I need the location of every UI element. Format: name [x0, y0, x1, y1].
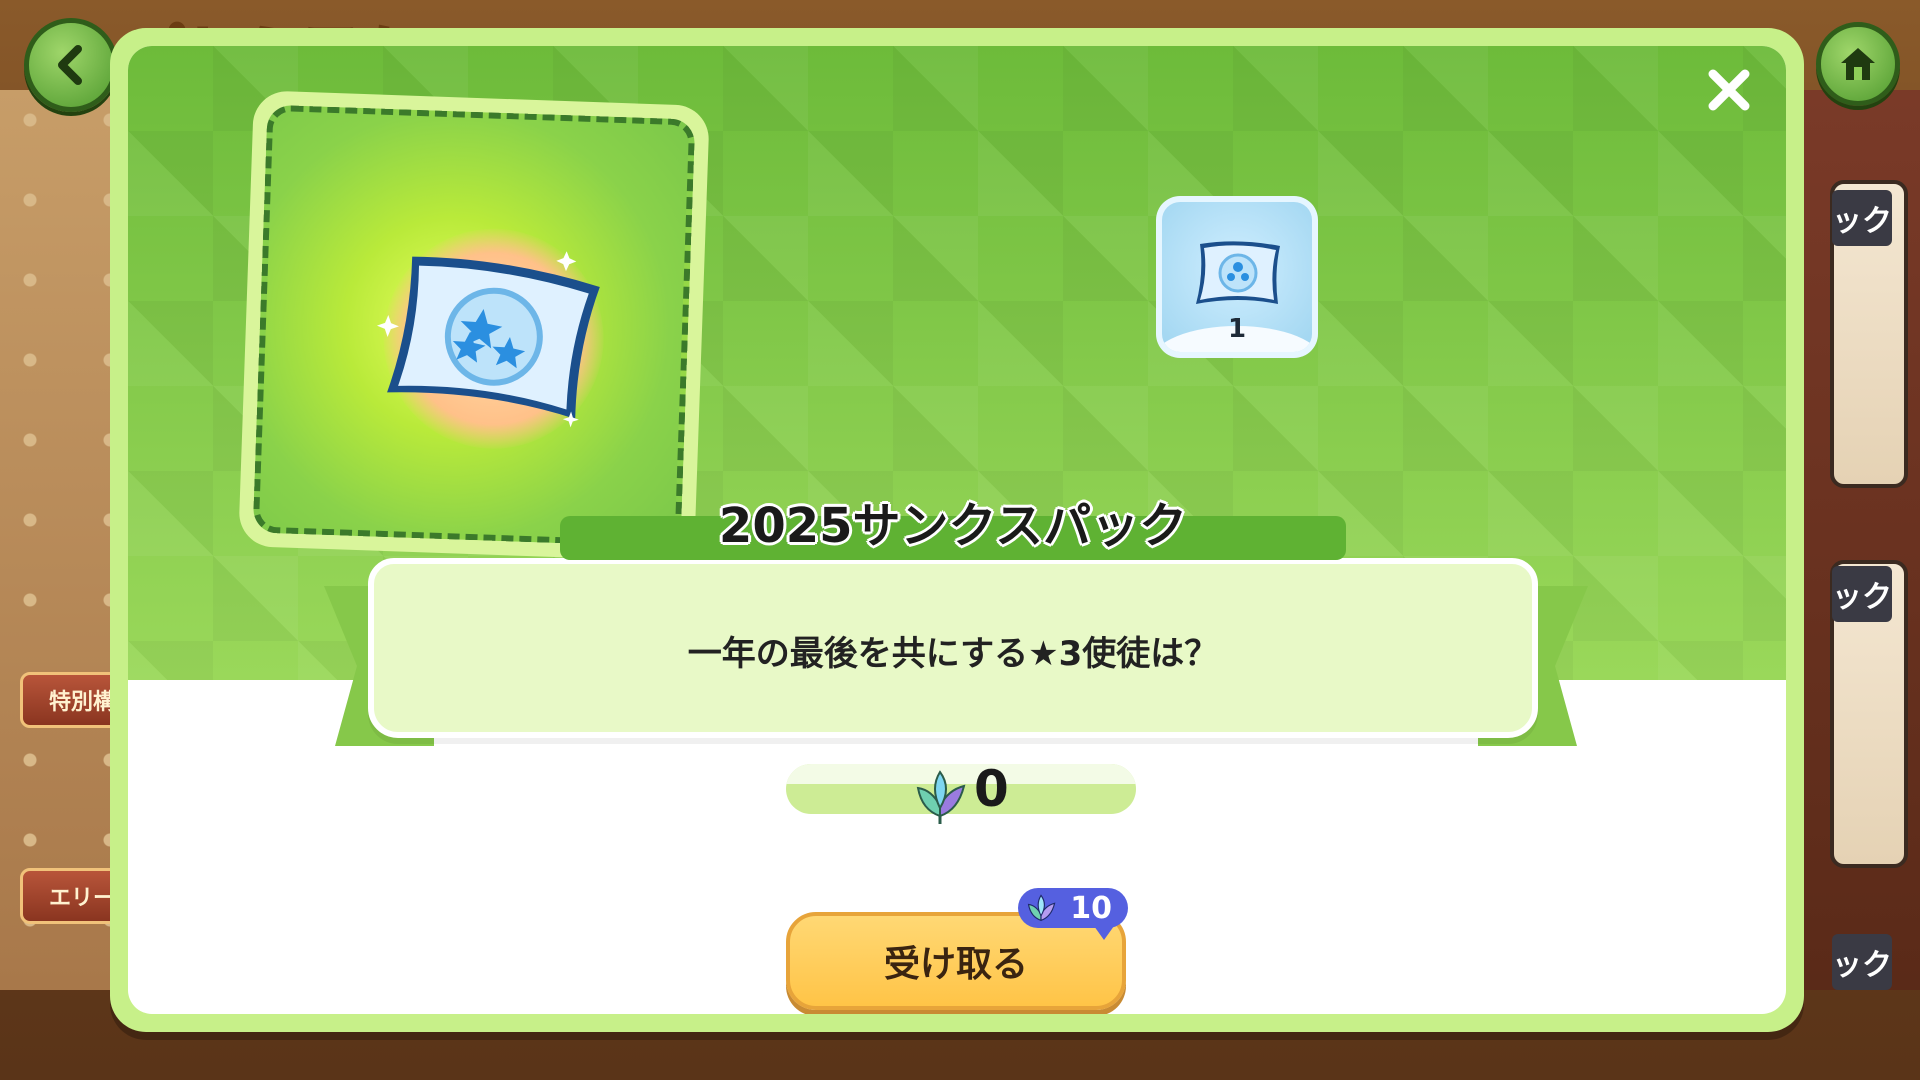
summon-ticket-icon [376, 251, 600, 428]
pack-description: 一年の最後を共にする★3使徒は？ [687, 634, 1219, 674]
cost-value: 10 [1070, 890, 1112, 926]
item-card-frame [252, 104, 696, 548]
reward-item-frame: 1 [1162, 202, 1312, 352]
crystal-icon [1027, 894, 1056, 922]
pack-title: 2025サンクスパック [718, 498, 1188, 554]
reward-item-slot[interactable]: 1 [1156, 196, 1318, 358]
currency-value: 0 [974, 760, 1009, 818]
home-icon [1841, 48, 1875, 80]
background-tab: ック [1832, 566, 1892, 622]
background-wall-left [0, 90, 120, 990]
reward-item-count: 1 [1227, 314, 1247, 344]
crystal-icon [916, 770, 966, 824]
chevron-left-icon [58, 45, 82, 85]
background-tab: ック [1832, 934, 1892, 990]
summon-ticket-icon [1196, 241, 1280, 304]
home-button[interactable] [1816, 22, 1900, 106]
close-icon [1708, 69, 1750, 111]
close-button[interactable] [1694, 58, 1764, 128]
pack-modal-body: 1 2025サンクスパック 一年の最後を共にする★3使徒は？ 0 受け取る 10 [128, 46, 1786, 1014]
background-tab: ック [1832, 190, 1892, 246]
back-button[interactable] [24, 18, 118, 112]
pack-modal: 1 2025サンクスパック 一年の最後を共にする★3使徒は？ 0 受け取る 10 [110, 28, 1804, 1032]
receive-button-label: 受け取る [883, 944, 1028, 985]
